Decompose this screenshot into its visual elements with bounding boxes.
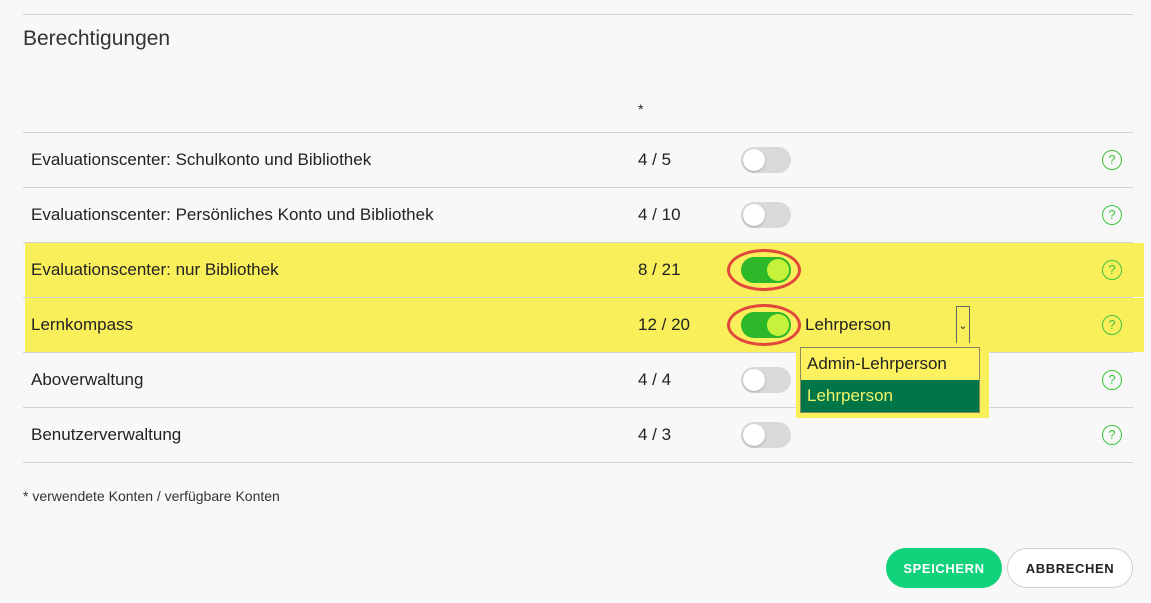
permission-toggle[interactable] xyxy=(741,202,791,228)
permission-count: 4 / 5 xyxy=(638,150,672,169)
permission-row: Evaluationscenter: Persönliches Konto un… xyxy=(23,187,1133,242)
permission-count: 8 / 21 xyxy=(638,260,681,279)
help-icon[interactable]: ? xyxy=(1102,205,1122,225)
cancel-button[interactable]: ABBRECHEN xyxy=(1007,548,1133,588)
toggle-knob xyxy=(743,424,765,446)
permission-row-highlighted: Evaluationscenter: nur Bibliothek 8 / 21… xyxy=(23,242,1144,297)
dropdown-option-selected[interactable]: Lehrperson xyxy=(801,380,979,412)
toggle-knob xyxy=(767,259,789,281)
column-marker: * xyxy=(638,101,644,117)
help-icon[interactable]: ? xyxy=(1102,150,1122,170)
section-title: Berechtigungen xyxy=(23,27,171,50)
help-icon[interactable]: ? xyxy=(1102,370,1122,390)
permission-toggle[interactable] xyxy=(741,312,791,338)
permission-toggle[interactable] xyxy=(741,367,791,393)
save-button[interactable]: SPEICHERN xyxy=(886,548,1002,588)
permission-toggle[interactable] xyxy=(741,147,791,173)
permission-row: Evaluationscenter: Schulkonto und Biblio… xyxy=(23,132,1133,187)
permission-toggle[interactable] xyxy=(741,257,791,283)
permission-label: Evaluationscenter: nur Bibliothek xyxy=(31,260,279,279)
permission-label: Aboverwaltung xyxy=(31,370,144,389)
help-icon[interactable]: ? xyxy=(1102,260,1122,280)
chevron-down-icon[interactable]: ⌄ xyxy=(956,306,970,345)
permission-count: 4 / 4 xyxy=(638,370,672,389)
permission-label: Evaluationscenter: Persönliches Konto un… xyxy=(31,205,434,224)
toggle-knob xyxy=(743,369,765,391)
footnote: * verwendete Konten / verfügbare Konten xyxy=(23,488,280,504)
toggle-knob xyxy=(743,204,765,226)
permission-toggle[interactable] xyxy=(741,422,791,448)
permission-count: 4 / 10 xyxy=(638,205,681,224)
permission-count: 12 / 20 xyxy=(638,315,690,334)
permission-count: 4 / 3 xyxy=(638,425,672,444)
help-icon[interactable]: ? xyxy=(1102,315,1122,335)
toggle-knob xyxy=(767,314,789,336)
role-dropdown-list: Admin-Lehrperson Lehrperson xyxy=(800,347,980,413)
help-icon[interactable]: ? xyxy=(1102,425,1122,445)
toggle-knob xyxy=(743,149,765,171)
permission-label: Lernkompass xyxy=(31,315,134,334)
permission-label: Evaluationscenter: Schulkonto und Biblio… xyxy=(31,150,372,169)
permission-label: Benutzerverwaltung xyxy=(31,425,182,444)
role-dropdown: Admin-Lehrperson Lehrperson xyxy=(796,343,989,418)
dropdown-option[interactable]: Admin-Lehrperson xyxy=(801,348,979,380)
top-divider xyxy=(23,14,1133,15)
